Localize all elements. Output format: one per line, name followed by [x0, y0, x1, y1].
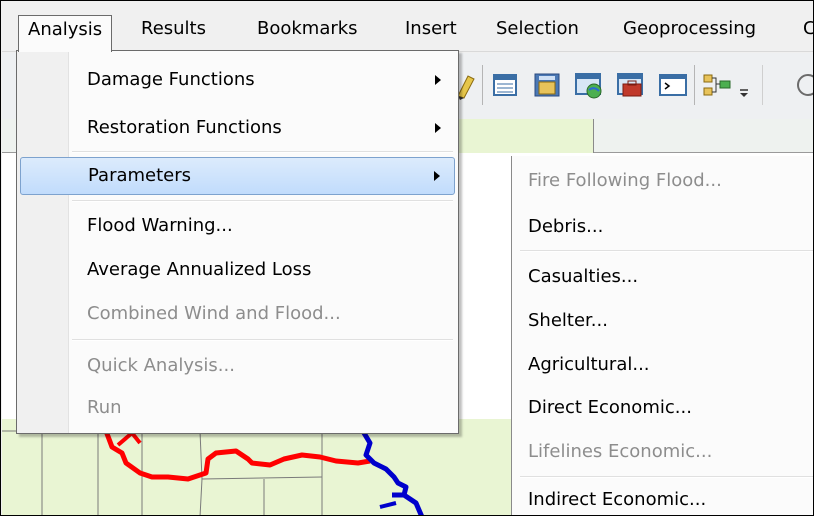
menu-customize[interactable]: C — [794, 14, 813, 44]
menu-separator — [520, 250, 813, 252]
menu-item-label: Combined Wind and Flood... — [87, 303, 341, 324]
menu-item-restoration-functions[interactable]: Restoration Functions — [20, 109, 455, 147]
submenu-arrow-icon — [434, 171, 440, 181]
menu-item-combined-wind-and-flood: Combined Wind and Flood... — [20, 295, 455, 333]
red-river-line — [103, 430, 371, 482]
application-window: Analysis Results Bookmarks Insert Select… — [0, 0, 814, 516]
menu-item-parameters[interactable]: Parameters — [20, 157, 455, 195]
submenu-item-direct-economic[interactable]: Direct Economic... — [512, 389, 813, 427]
menu-results[interactable]: Results — [132, 14, 215, 44]
toolbox-icon[interactable] — [614, 70, 648, 100]
menu-item-label: Quick Analysis... — [87, 355, 235, 376]
submenu-item-indirect-economic[interactable]: Indirect Economic... — [512, 481, 813, 515]
menu-separator — [520, 476, 813, 478]
submenu-item-agricultural[interactable]: Agricultural... — [512, 346, 813, 384]
parameters-submenu: Fire Following Flood... Debris... Casual… — [511, 156, 813, 515]
submenu-item-lifelines-economic: Lifelines Economic... — [528, 441, 713, 462]
submenu-item-casualties[interactable]: Casualties... — [512, 258, 813, 296]
map-preview-panel — [442, 119, 594, 153]
python-window-icon[interactable] — [656, 70, 690, 100]
toolbar-separator — [694, 65, 695, 105]
attribute-table-icon[interactable] — [488, 70, 522, 100]
menu-geoprocessing[interactable]: Geoprocessing — [614, 14, 765, 44]
catalog-icon[interactable] — [530, 70, 564, 100]
submenu-item-debris[interactable]: Debris... — [512, 208, 813, 246]
menu-item-label: Damage Functions — [87, 69, 255, 90]
toolbar-grip — [762, 65, 763, 105]
menu-item-average-annualized-loss[interactable]: Average Annualized Loss — [20, 251, 455, 289]
menu-insert[interactable]: Insert — [396, 14, 466, 44]
model-builder-icon[interactable] — [700, 70, 734, 100]
menu-separator — [72, 200, 453, 202]
submenu-item-shelter[interactable]: Shelter... — [512, 302, 813, 340]
toolbar-next-icon[interactable] — [790, 70, 813, 100]
menu-item-quick-analysis: Quick Analysis... — [20, 347, 455, 385]
menu-item-label: Run — [87, 397, 122, 418]
toolbar-separator — [482, 65, 483, 105]
menu-item-run: Run — [20, 389, 455, 427]
menu-bar: Analysis Results Bookmarks Insert Select… — [2, 2, 813, 52]
submenu-arrow-icon — [435, 75, 441, 85]
menu-bookmarks[interactable]: Bookmarks — [248, 14, 367, 44]
menu-separator — [72, 151, 453, 153]
menu-item-label: Restoration Functions — [87, 117, 282, 138]
menu-separator — [72, 339, 453, 341]
menu-item-damage-functions[interactable]: Damage Functions — [20, 61, 455, 99]
submenu-arrow-icon — [435, 123, 441, 133]
globe-window-icon[interactable] — [572, 70, 606, 100]
menu-item-flood-warning[interactable]: Flood Warning... — [20, 207, 455, 245]
menu-selection[interactable]: Selection — [487, 14, 588, 44]
submenu-item-fire-following-flood: Fire Following Flood... — [528, 170, 722, 191]
toolbar-options-icon[interactable] — [736, 70, 752, 100]
analysis-dropdown-menu: Damage Functions Restoration Functions P… — [16, 50, 459, 434]
menu-analysis[interactable]: Analysis — [18, 15, 113, 52]
menu-item-label: Flood Warning... — [87, 215, 233, 236]
menu-item-label: Average Annualized Loss — [87, 259, 312, 280]
menu-item-label: Parameters — [88, 165, 192, 186]
